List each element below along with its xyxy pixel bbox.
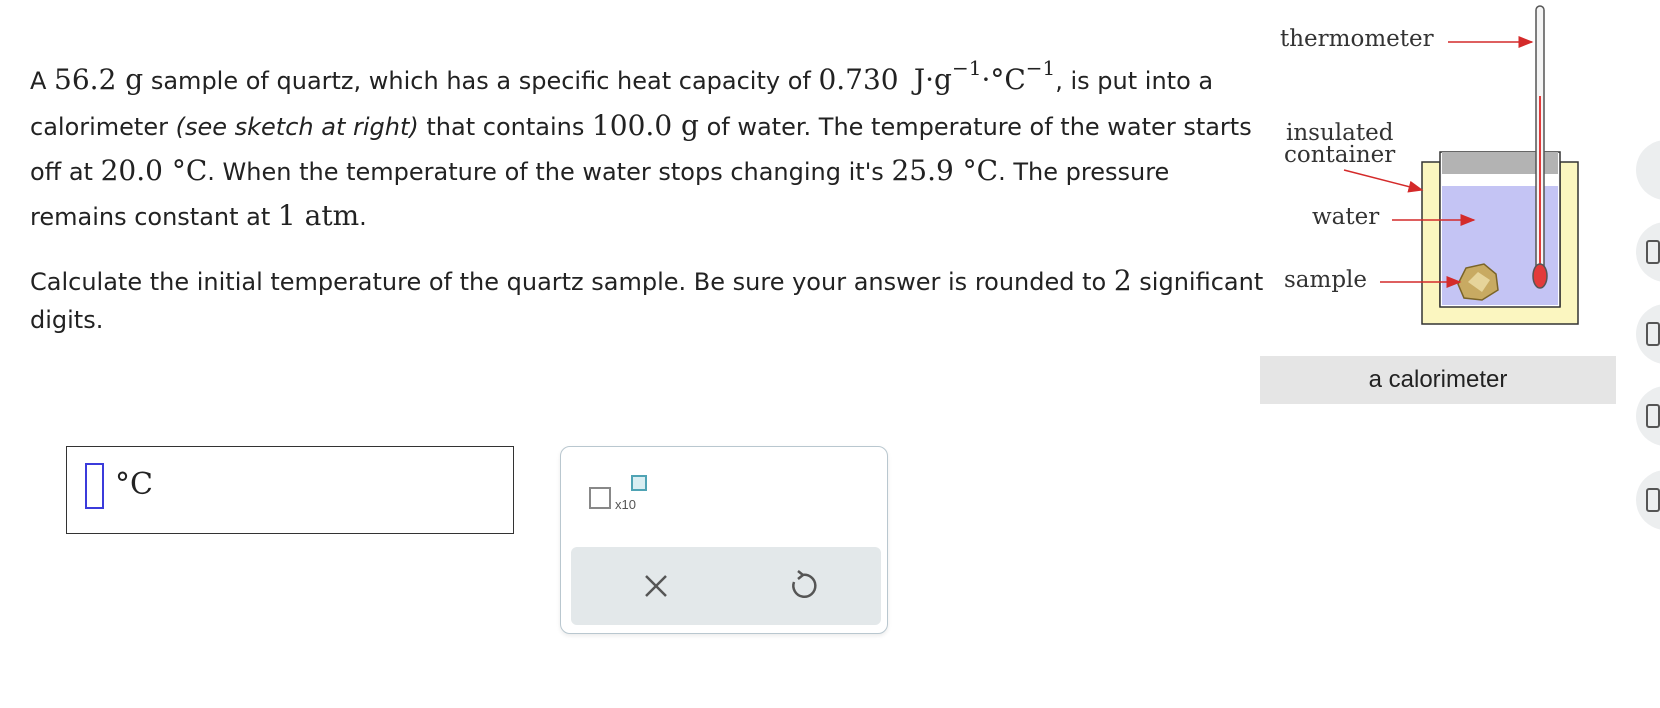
water-label: water: [1312, 204, 1379, 230]
keypad-action-bar: [571, 547, 881, 625]
sketch-reference: (see sketch at right): [175, 113, 419, 141]
side-tool-button[interactable]: [1636, 470, 1660, 530]
side-tool-button[interactable]: [1636, 386, 1660, 446]
water-mass: 100.0 g: [591, 109, 699, 142]
question-paragraph-2: Calculate the initial temperature of the…: [30, 262, 1270, 339]
text: that contains: [418, 113, 592, 141]
answer-input[interactable]: °C: [66, 446, 514, 534]
book-icon: [1646, 322, 1660, 346]
x10-label: x10: [615, 497, 636, 512]
sample-mass: 56.2 g: [54, 63, 144, 96]
scientific-notation-button[interactable]: x10: [585, 475, 651, 515]
answer-cursor-box[interactable]: [85, 463, 104, 509]
undo-button[interactable]: [777, 561, 827, 611]
question-paragraph-1: A 56.2 g sample of quartz, which has a s…: [30, 56, 1270, 239]
text: .: [359, 203, 367, 231]
undo-icon: [792, 570, 817, 598]
specific-heat-unit: J·g: [913, 63, 952, 96]
sketch-caption: a calorimeter: [1260, 356, 1616, 404]
text: . When the temperature of the water stop…: [207, 158, 892, 186]
specific-heat-value: 0.730: [818, 63, 899, 96]
side-tool-button[interactable]: [1636, 304, 1660, 364]
side-tool-button[interactable]: [1636, 140, 1660, 200]
text: A: [30, 67, 55, 95]
text: Calculate the initial temperature of the…: [30, 268, 1114, 296]
clear-button[interactable]: [631, 561, 681, 611]
calorimeter-sketch: thermometer insulated container water sa…: [1280, 5, 1579, 325]
answer-unit: °C: [115, 467, 153, 502]
thermometer-label: thermometer: [1280, 26, 1434, 52]
pressure: 1 atm: [277, 199, 360, 232]
sample-label: sample: [1284, 267, 1367, 293]
end-temperature: 25.9 °C: [891, 154, 999, 187]
start-temperature: 20.0 °C: [100, 154, 208, 187]
thermometer-mercury: [1539, 96, 1541, 278]
insulated-arrow: [1343, 169, 1424, 193]
calculator-icon: [1646, 240, 1660, 264]
table-icon: [1646, 488, 1660, 512]
side-tool-button[interactable]: [1636, 222, 1660, 282]
text: sample of quartz, which has a specific h…: [143, 67, 819, 95]
exponent-box-icon: [631, 475, 647, 491]
significant-digits: 2: [1113, 264, 1132, 297]
thermometer-bulb: [1532, 263, 1548, 289]
specific-heat-unit: ·°C: [981, 63, 1026, 96]
container-label: container: [1284, 142, 1395, 168]
math-keypad: x10: [560, 446, 888, 634]
exponent: −1: [1025, 56, 1056, 80]
exponent: −1: [951, 56, 982, 80]
base-box-icon: [589, 487, 611, 509]
close-icon: [645, 575, 667, 597]
chart-icon: [1646, 404, 1660, 428]
